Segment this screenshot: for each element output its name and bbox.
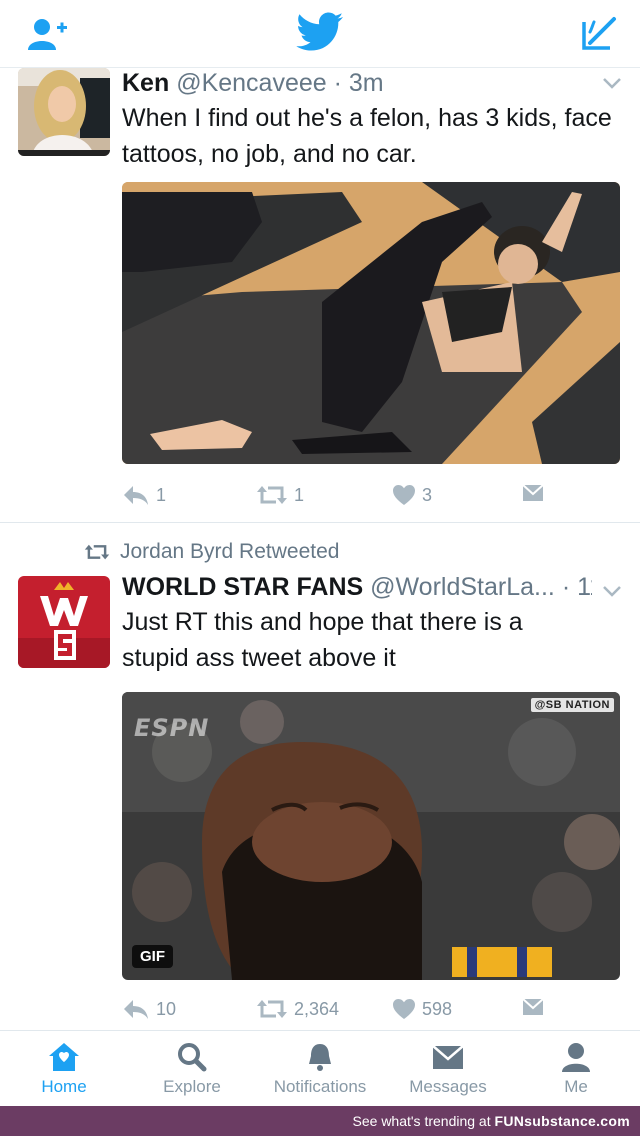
tab-label: Notifications — [273, 1077, 367, 1096]
top-navigation-bar — [0, 0, 640, 68]
envelope-icon — [522, 484, 544, 501]
retweet-button[interactable]: 1 — [256, 484, 304, 506]
like-button[interactable]: 598 — [392, 998, 452, 1020]
retweet-button[interactable]: 2,364 — [256, 998, 339, 1020]
retweeted-by-label: Jordan Byrd Retweeted — [120, 540, 340, 563]
reply-button[interactable]: 1 — [122, 484, 166, 506]
like-count: 3 — [422, 484, 433, 505]
direct-message-button[interactable] — [522, 998, 544, 1016]
tweet-content: Ken @Kencaveee · 3m When I find out he's… — [122, 68, 620, 172]
reply-icon — [124, 1000, 148, 1019]
search-icon — [178, 1043, 207, 1072]
retweet-count: 1 — [294, 484, 305, 505]
bell-icon — [309, 1044, 331, 1071]
avatar[interactable] — [18, 576, 110, 668]
tweet-actions: 10 2,364 598 — [122, 998, 620, 1028]
envelope-icon — [432, 1045, 464, 1069]
tab-messages[interactable]: Messages — [384, 1041, 512, 1097]
footer-brand: FUNsubstance.com — [494, 1113, 630, 1129]
envelope-icon — [522, 998, 544, 1015]
like-button[interactable]: 3 — [392, 484, 432, 506]
add-user-icon[interactable] — [26, 16, 68, 52]
footer-prefix: See what's trending at — [352, 1113, 495, 1129]
home-icon — [49, 1043, 79, 1071]
compose-tweet-icon[interactable] — [580, 14, 620, 54]
direct-message-button[interactable] — [522, 484, 544, 502]
tweet-actions: 1 1 3 — [122, 484, 620, 514]
tweet-image[interactable] — [122, 182, 620, 464]
tweet-text: Just RT this and hope that there is a st… — [122, 608, 523, 672]
chevron-down-icon[interactable] — [602, 584, 622, 598]
author-handle[interactable]: @WorldStarLa... — [370, 573, 555, 601]
retweet-icon — [257, 1000, 287, 1018]
twitter-bird-icon — [296, 12, 343, 51]
reply-count: 10 — [156, 998, 177, 1019]
tab-label: Messages — [409, 1077, 487, 1096]
espn-logo: ESPN — [134, 714, 210, 742]
chevron-down-icon[interactable] — [602, 76, 622, 90]
tweet[interactable]: WORLD STAR FANS @WorldStarLa... · 11h Ju… — [0, 572, 640, 1028]
retweet-icon — [84, 544, 110, 560]
tweet-divider — [0, 522, 640, 523]
tab-home[interactable]: Home — [0, 1041, 128, 1097]
heart-icon — [393, 485, 415, 505]
heart-icon — [393, 999, 415, 1019]
separator: · — [561, 573, 571, 601]
author-name[interactable]: WORLD STAR FANS — [122, 573, 363, 601]
tweet-content: WORLD STAR FANS @WorldStarLa... · 11h Ju… — [122, 572, 620, 676]
tab-notifications[interactable]: Notifications — [256, 1041, 384, 1097]
author-name[interactable]: Ken — [122, 69, 169, 97]
reply-button[interactable]: 10 — [122, 998, 176, 1020]
tweet[interactable]: Ken @Kencaveee · 3m When I find out he's… — [0, 68, 640, 522]
tweet-time: 11h — [577, 573, 592, 601]
like-count: 598 — [422, 998, 453, 1019]
tab-me[interactable]: Me — [512, 1041, 640, 1097]
author-handle[interactable]: @Kencaveee — [176, 69, 326, 97]
gif-badge: GIF — [132, 945, 173, 968]
retweet-context[interactable]: Jordan Byrd Retweeted — [84, 540, 339, 564]
bottom-tab-bar: Home Explore Notifications Messages Me — [0, 1030, 640, 1106]
retweet-icon — [257, 486, 287, 504]
sb-nation-watermark: @SB NATION — [530, 698, 614, 712]
tab-explore[interactable]: Explore — [128, 1041, 256, 1097]
person-icon — [562, 1043, 590, 1072]
tweet-time: 3m — [348, 69, 384, 97]
tweet-text: When I find out he's a felon, has 3 kids… — [122, 104, 612, 168]
reply-count: 1 — [156, 484, 167, 505]
retweet-count: 2,364 — [294, 998, 340, 1019]
site-footer-banner: See what's trending at FUNsubstance.com — [0, 1106, 640, 1136]
tweet-header: WORLD STAR FANS @WorldStarLa... · 11h — [122, 572, 592, 602]
tweet-header: Ken @Kencaveee · 3m — [122, 68, 620, 98]
footer-text[interactable]: See what's trending at FUNsubstance.com — [353, 1113, 630, 1129]
tab-label: Me — [564, 1077, 588, 1096]
reply-icon — [124, 486, 148, 505]
separator: · — [333, 69, 342, 97]
tab-label: Home — [41, 1077, 87, 1096]
avatar[interactable] — [18, 68, 110, 156]
tweet-gif[interactable]: ESPN @SB NATION GIF — [122, 692, 620, 980]
tab-label: Explore — [163, 1077, 221, 1096]
